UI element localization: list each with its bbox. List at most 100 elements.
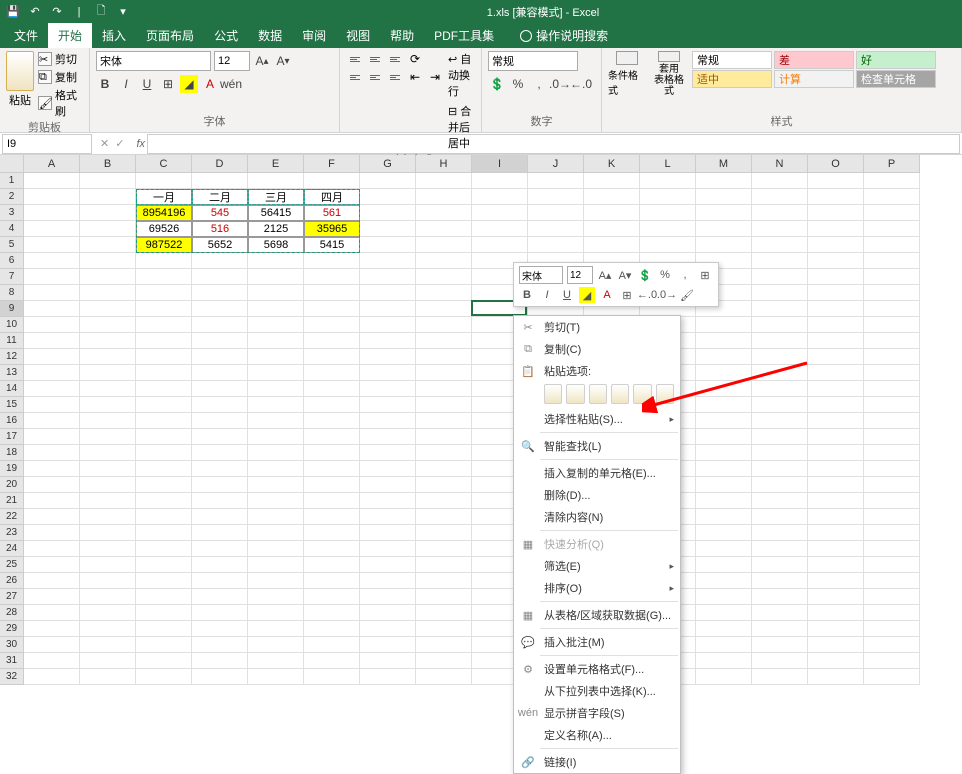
cell-C15[interactable] — [136, 397, 192, 413]
cell-P14[interactable] — [864, 381, 920, 397]
cell-H15[interactable] — [416, 397, 472, 413]
cell-M16[interactable] — [696, 413, 752, 429]
cell-P31[interactable] — [864, 653, 920, 669]
row-header-4[interactable]: 4 — [0, 221, 24, 237]
cell-G18[interactable] — [360, 445, 416, 461]
cell-P32[interactable] — [864, 669, 920, 685]
cell-B4[interactable] — [80, 221, 136, 237]
cell-N1[interactable] — [752, 173, 808, 189]
cell-C6[interactable] — [136, 253, 192, 269]
cell-H7[interactable] — [416, 269, 472, 285]
row-header-10[interactable]: 10 — [0, 317, 24, 333]
confirm-entry-icon[interactable]: ✓ — [115, 137, 124, 150]
cell-C4[interactable]: 69526 — [136, 221, 192, 237]
cell-L1[interactable] — [640, 173, 696, 189]
cell-B12[interactable] — [80, 349, 136, 365]
cell-M32[interactable] — [696, 669, 752, 685]
cell-M3[interactable] — [696, 205, 752, 221]
mini-underline-button[interactable]: U — [559, 287, 575, 303]
cell-O4[interactable] — [808, 221, 864, 237]
border-button[interactable]: ⊞ — [159, 75, 177, 93]
cell-D6[interactable] — [192, 253, 248, 269]
row-header-26[interactable]: 26 — [0, 573, 24, 589]
cell-P15[interactable] — [864, 397, 920, 413]
cell-M28[interactable] — [696, 605, 752, 621]
cell-H19[interactable] — [416, 461, 472, 477]
cell-N9[interactable] — [752, 301, 808, 317]
cell-G30[interactable] — [360, 637, 416, 653]
context-get-data[interactable]: ▦从表格/区域获取数据(G)... — [514, 604, 680, 626]
cell-D21[interactable] — [192, 493, 248, 509]
cell-E16[interactable] — [248, 413, 304, 429]
row-header-14[interactable]: 14 — [0, 381, 24, 397]
cell-H18[interactable] — [416, 445, 472, 461]
cell-O13[interactable] — [808, 365, 864, 381]
cell-H12[interactable] — [416, 349, 472, 365]
cell-E25[interactable] — [248, 557, 304, 573]
tab-data[interactable]: 数据 — [248, 23, 292, 48]
mini-font-name[interactable] — [519, 266, 563, 284]
cell-N14[interactable] — [752, 381, 808, 397]
cell-C13[interactable] — [136, 365, 192, 381]
decrease-font-icon[interactable]: A▾ — [274, 52, 292, 70]
row-header-5[interactable]: 5 — [0, 237, 24, 253]
cell-N12[interactable] — [752, 349, 808, 365]
cell-C29[interactable] — [136, 621, 192, 637]
tab-pdf[interactable]: PDF工具集 — [424, 23, 504, 48]
paste-icon[interactable] — [6, 51, 34, 91]
undo-icon[interactable]: ↶ — [28, 5, 42, 19]
cell-G16[interactable] — [360, 413, 416, 429]
cell-E17[interactable] — [248, 429, 304, 445]
cell-O17[interactable] — [808, 429, 864, 445]
cell-P24[interactable] — [864, 541, 920, 557]
cell-G23[interactable] — [360, 525, 416, 541]
cell-G17[interactable] — [360, 429, 416, 445]
cell-C20[interactable] — [136, 477, 192, 493]
cell-style-check[interactable]: 检查单元格 — [856, 70, 936, 88]
cell-E19[interactable] — [248, 461, 304, 477]
cell-C10[interactable] — [136, 317, 192, 333]
cell-D17[interactable] — [192, 429, 248, 445]
cell-F31[interactable] — [304, 653, 360, 669]
cell-P6[interactable] — [864, 253, 920, 269]
cell-P29[interactable] — [864, 621, 920, 637]
col-header-I[interactable]: I — [472, 155, 528, 173]
cell-B6[interactable] — [80, 253, 136, 269]
col-header-L[interactable]: L — [640, 155, 696, 173]
cell-H29[interactable] — [416, 621, 472, 637]
mini-increase-font-icon[interactable]: A▴ — [597, 267, 613, 283]
cell-D26[interactable] — [192, 573, 248, 589]
context-copy[interactable]: ⧉复制(C) — [514, 338, 680, 360]
col-header-D[interactable]: D — [192, 155, 248, 173]
cell-D24[interactable] — [192, 541, 248, 557]
save-icon[interactable]: 💾 — [6, 5, 20, 19]
cell-G1[interactable] — [360, 173, 416, 189]
cell-O18[interactable] — [808, 445, 864, 461]
phonetic-button[interactable]: wén — [222, 75, 240, 93]
tab-formulas[interactable]: 公式 — [204, 23, 248, 48]
cell-N29[interactable] — [752, 621, 808, 637]
number-format-select[interactable] — [488, 51, 578, 71]
cell-M10[interactable] — [696, 317, 752, 333]
cell-P3[interactable] — [864, 205, 920, 221]
context-delete[interactable]: 删除(D)... — [514, 484, 680, 506]
cell-P4[interactable] — [864, 221, 920, 237]
cell-D16[interactable] — [192, 413, 248, 429]
cell-G15[interactable] — [360, 397, 416, 413]
cell-D18[interactable] — [192, 445, 248, 461]
name-box[interactable]: I9 — [2, 134, 92, 154]
cell-I4[interactable] — [472, 221, 528, 237]
cell-N25[interactable] — [752, 557, 808, 573]
cell-E1[interactable] — [248, 173, 304, 189]
cell-O23[interactable] — [808, 525, 864, 541]
row-header-9[interactable]: 9 — [0, 301, 24, 317]
cell-B3[interactable] — [80, 205, 136, 221]
cell-C1[interactable] — [136, 173, 192, 189]
cell-N22[interactable] — [752, 509, 808, 525]
cell-B1[interactable] — [80, 173, 136, 189]
cell-F3[interactable]: 561 — [304, 205, 360, 221]
cell-O11[interactable] — [808, 333, 864, 349]
cell-D31[interactable] — [192, 653, 248, 669]
cell-B2[interactable] — [80, 189, 136, 205]
cell-H22[interactable] — [416, 509, 472, 525]
